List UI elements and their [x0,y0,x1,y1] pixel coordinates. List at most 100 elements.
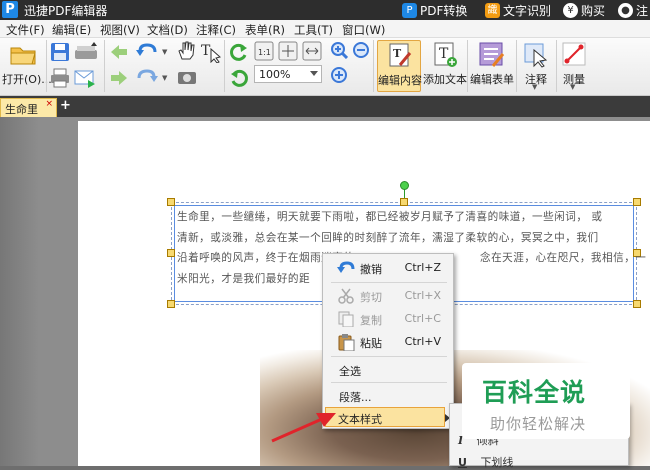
submenu-underline[interactable]: U 下划线 [458,454,608,470]
toolbar-divider [467,40,468,92]
zoom-select[interactable]: 100% [254,65,322,83]
ocr-button[interactable]: 識 文字识别 [485,1,551,19]
context-paste[interactable]: 粘贴 Ctrl+V [323,331,453,353]
zoom-plus-icon[interactable] [330,66,348,84]
save-icon[interactable] [50,42,70,62]
pdf-convert-button[interactable]: P PDF转换 [402,1,467,19]
context-paste-label: 粘贴 [360,337,382,350]
select-text-icon[interactable]: T [199,41,221,63]
watermark-subtitle: 助你轻松解决 [490,415,587,433]
edit-form-label: 编辑表单 [470,73,514,86]
undo-dropdown-icon[interactable]: ▼ [162,48,167,56]
toolbar-divider [516,40,517,92]
title-bar: P 迅捷PDF编辑器 P PDF转换 識 文字识别 ¥ 购买 ● 注 [0,0,650,20]
actual-size-icon[interactable]: 1:1 [254,41,274,61]
open-label: 打开(O)... [2,73,52,86]
toolbar-divider [46,40,47,92]
context-undo-label: 撤销 [360,263,382,276]
scanner-icon[interactable] [74,42,98,62]
edit-form-button[interactable]: 编辑表单 [470,40,514,92]
context-copy[interactable]: 复制 Ctrl+C [323,308,453,330]
ocr-icon: 識 [485,2,500,18]
menu-bar: 文件(F) 编辑(E) 视图(V) 文档(D) 注释(C) 表单(R) 工具(T… [0,20,650,38]
edit-content-icon: T [389,43,412,67]
new-tab-icon[interactable]: + [60,98,71,113]
pdf-convert-label: PDF转换 [420,3,468,18]
context-undo[interactable]: 撤销 Ctrl+Z [323,257,453,279]
annotate-button[interactable]: 注释 ▼ [519,40,553,92]
fit-page-icon[interactable] [278,41,298,61]
add-text-icon: T [434,42,457,67]
redo-dropdown-icon[interactable]: ▼ [162,74,167,82]
document-tab-label: 生命里 [5,103,38,116]
menu-window[interactable]: 窗口(W) [342,22,385,38]
back-icon[interactable] [110,44,128,60]
svg-text:T: T [201,43,211,59]
menu-file[interactable]: 文件(F) [6,22,45,38]
menu-view[interactable]: 视图(V) [100,22,140,38]
fit-width-icon[interactable] [302,41,322,61]
document-tab[interactable]: 生命里 × [0,98,57,117]
context-copy-label: 复制 [360,314,382,327]
buy-label: 购买 [581,3,606,18]
svg-text:T: T [439,46,449,62]
hand-tool-icon[interactable] [176,41,196,61]
undo-icon [337,261,355,273]
forward-icon[interactable] [110,70,128,86]
redo-toolbar-icon[interactable] [136,68,158,86]
context-paragraph-label: 段落... [339,391,372,404]
measure-button[interactable]: 测量 ▼ [559,40,589,92]
resize-handle-ne[interactable] [633,198,641,206]
open-button[interactable]: 打开(O)... [2,40,52,92]
resize-handle-sw[interactable] [167,300,175,308]
add-text-button[interactable]: T 添加文本 [423,40,467,92]
menu-tools[interactable]: 工具(T) [294,22,333,38]
yen-icon: ¥ [563,2,578,18]
buy-button[interactable]: ¥ 购买 [563,1,605,19]
resize-handle-w[interactable] [167,249,175,257]
document-tab-bar: 生命里 × + [0,96,650,117]
pdf-convert-icon: P [402,2,417,18]
rotate-left-icon[interactable] [229,42,249,62]
paste-icon [338,334,355,351]
print-icon[interactable] [50,68,70,88]
text-line: 清新，或淡雅，总会在某一个回眸的时刻醉了流年，濡湿了柔软的心，冥冥之中，我们 [177,231,599,244]
resize-handle-nw[interactable] [167,198,175,206]
close-tab-icon[interactable]: × [45,99,53,109]
context-select-all[interactable]: 全选 [323,359,453,381]
zoom-in-icon[interactable] [330,41,348,59]
menu-annotate[interactable]: 注释(C) [196,22,236,38]
edit-content-button[interactable]: T 编辑内容 [377,40,422,92]
snapshot-icon[interactable] [177,68,197,86]
undo-toolbar-icon[interactable] [136,42,158,60]
menu-form[interactable]: 表单(R) [245,22,285,38]
resize-handle-se[interactable] [633,300,641,308]
app-title: 迅捷PDF编辑器 [24,4,108,18]
rotate-right-icon[interactable] [229,68,249,88]
rotate-handle[interactable] [400,181,409,190]
annotate-icon [524,43,548,68]
context-paragraph[interactable]: 段落... [323,385,453,407]
zoom-value: 100% [259,68,291,81]
text-line: 生命里，一些缱绻，明天就要下雨啦，都已经被岁月赋予了清喜的味道，一些闲词， 或 [177,211,603,223]
toolbar-divider [556,40,557,92]
user-button[interactable]: ● 注 [618,1,648,19]
menu-document[interactable]: 文档(D) [147,22,188,38]
context-copy-shortcut: Ctrl+C [404,312,441,325]
submenu-underline-label: 下划线 [480,456,514,469]
context-text-style[interactable]: 文本样式 [325,407,450,427]
menu-edit[interactable]: 编辑(E) [52,22,91,38]
context-text-style-label: 文本样式 [338,413,382,426]
toolbar-divider [373,40,374,92]
context-cut[interactable]: 剪切 Ctrl+X [323,285,453,307]
context-cut-shortcut: Ctrl+X [404,289,441,302]
red-arrow-icon [271,413,336,443]
ocr-label: 文字识别 [503,3,552,18]
chevron-down-icon [310,71,318,76]
zoom-out-icon[interactable] [352,41,370,59]
menu-divider [331,382,447,383]
email-icon[interactable] [74,68,96,88]
app-logo-icon: P [2,1,18,18]
resize-handle-n[interactable] [400,198,408,206]
menu-divider [331,282,447,283]
